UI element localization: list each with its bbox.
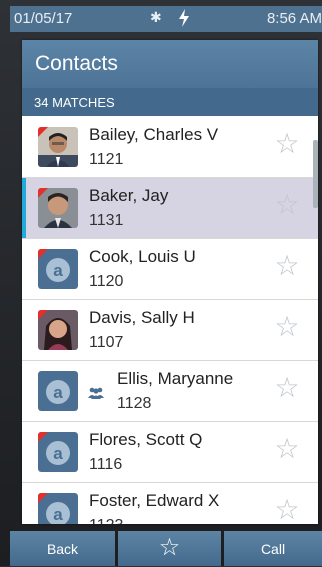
presence-flag-icon [38, 432, 48, 442]
svg-text:a: a [53, 505, 63, 524]
favorite-star-icon[interactable]: ☆ [274, 496, 300, 524]
contact-extension: 1131 [89, 212, 124, 229]
selection-indicator [22, 178, 26, 238]
favorite-star-icon[interactable]: ☆ [274, 252, 300, 280]
softkey-bar: Back ☆ Call [10, 531, 322, 566]
status-date: 01/05/17 [14, 10, 73, 27]
match-count-bar: 34 MATCHES [22, 88, 318, 116]
contact-name: Bailey, Charles V [89, 125, 219, 144]
svg-text:a: a [53, 444, 63, 463]
contact-extension: 1128 [117, 395, 152, 412]
status-bar: 01/05/17 ✱ 8:56 AM [10, 6, 322, 32]
contact-name: Baker, Jay [89, 186, 169, 205]
default-avatar-icon: a [38, 249, 78, 289]
contact-row[interactable]: Bailey, Charles V 1121 ☆ [22, 117, 318, 178]
presence-flag-icon [38, 249, 48, 259]
contact-row[interactable]: Davis, Sally H 1107 ☆ [22, 300, 318, 361]
default-avatar-icon: a [38, 432, 78, 472]
contact-row-selected[interactable]: Baker, Jay 1131 ☆ [22, 178, 318, 239]
contact-name: Cook, Louis U [89, 247, 196, 266]
contact-row[interactable]: a Ellis, Maryanne 1128 ☆ [22, 361, 318, 422]
presence-flag-icon [38, 127, 48, 137]
contact-extension: 1121 [89, 151, 124, 168]
contact-name: Flores, Scott Q [89, 430, 203, 449]
back-button[interactable]: Back [10, 531, 115, 566]
avatar [38, 310, 78, 350]
bluetooth-icon: ✱ [150, 9, 162, 25]
svg-text:a: a [53, 261, 63, 280]
contact-name: Ellis, Maryanne [117, 369, 234, 388]
contacts-screen: Contacts 34 MATCHES Bailey, Charles V 11… [22, 40, 318, 524]
contact-extension: 1107 [89, 334, 124, 351]
contact-name: Davis, Sally H [89, 308, 195, 327]
contact-extension: 1120 [89, 273, 124, 290]
contact-row[interactable]: a Foster, Edward X 1123 ☆ [22, 483, 318, 524]
presence-flag-icon [38, 310, 48, 320]
presence-flag-icon [38, 493, 48, 503]
status-time: 8:56 AM [266, 10, 322, 27]
favorite-star-icon[interactable]: ☆ [274, 435, 300, 463]
contact-row[interactable]: a Flores, Scott Q 1116 ☆ [22, 422, 318, 483]
default-avatar-icon: a [38, 493, 78, 524]
phone-device: 01/05/17 ✱ 8:56 AM Contacts 34 MATCHES B… [0, 0, 322, 566]
contacts-header: Contacts [22, 40, 318, 88]
svg-text:a: a [53, 383, 63, 402]
group-icon [87, 387, 105, 402]
contact-extension: 1116 [89, 456, 123, 473]
contact-name: Foster, Edward X [89, 491, 220, 510]
page-title: Contacts [35, 52, 118, 75]
favorite-star-icon[interactable]: ☆ [274, 130, 300, 158]
avatar [38, 127, 78, 167]
presence-flag-icon [38, 188, 48, 198]
lightning-icon [178, 9, 190, 31]
call-button[interactable]: Call [224, 531, 322, 566]
default-avatar-icon: a [38, 371, 78, 411]
favorite-star-button[interactable]: ☆ [118, 531, 221, 566]
favorite-star-icon[interactable]: ☆ [274, 313, 300, 341]
contact-extension: 1123 [89, 517, 123, 524]
list-scrollbar[interactable] [313, 140, 318, 208]
favorite-star-icon[interactable]: ☆ [274, 374, 300, 402]
match-count-label: 34 MATCHES [34, 95, 115, 110]
contact-list[interactable]: Bailey, Charles V 1121 ☆ Baker, Jay 1131… [22, 117, 318, 524]
avatar [38, 188, 78, 228]
favorite-star-icon[interactable]: ☆ [274, 191, 300, 219]
contact-row[interactable]: a Cook, Louis U 1120 ☆ [22, 239, 318, 300]
